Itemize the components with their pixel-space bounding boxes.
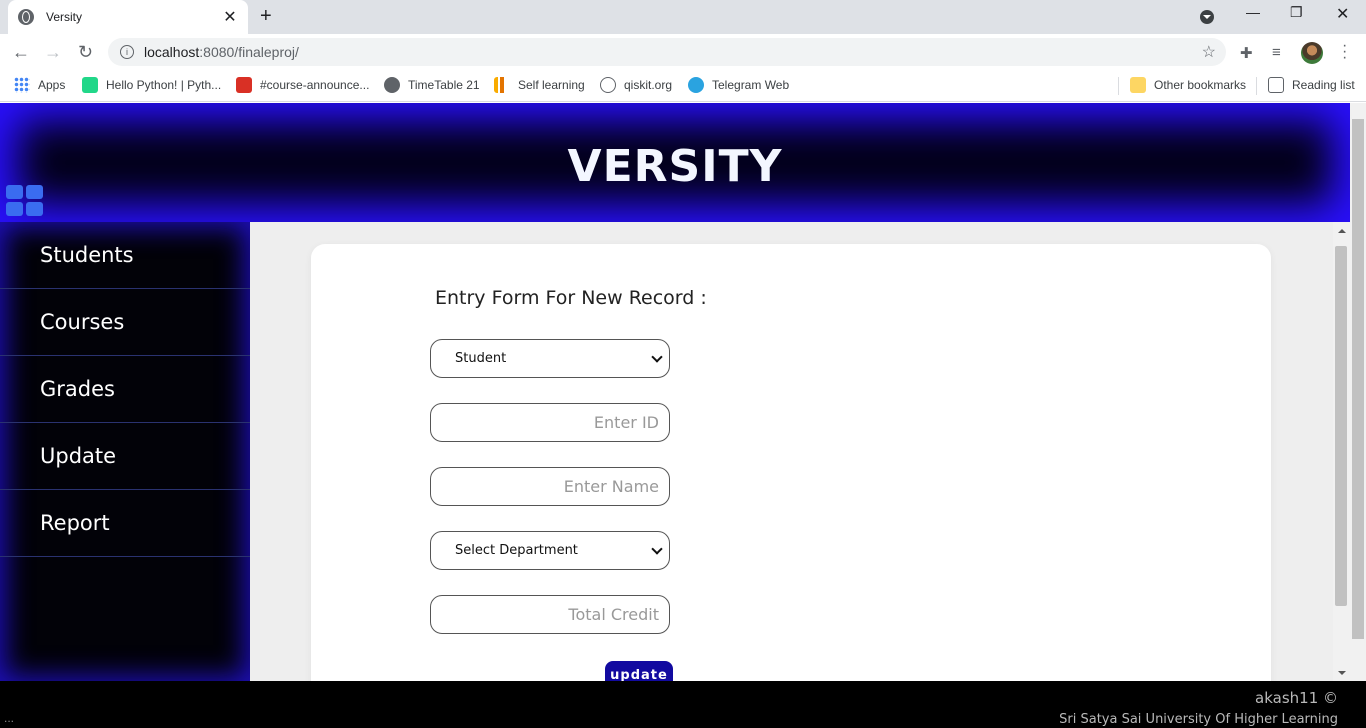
sidebar-item-report[interactable]: Report [0, 490, 250, 557]
site-header: VERSITY [0, 103, 1350, 222]
record-type-value: Student [455, 351, 507, 366]
close-icon[interactable]: ✕ [222, 7, 238, 27]
pycharm-icon [82, 77, 98, 93]
folder-icon [1130, 77, 1146, 93]
sidebar-item-courses[interactable]: Courses [0, 289, 250, 356]
analytics-icon [494, 77, 510, 93]
sidebar-item-grades[interactable]: Grades [0, 356, 250, 423]
forward-icon[interactable]: → [44, 42, 62, 63]
window-close-icon[interactable]: ✕ [1336, 4, 1349, 24]
sidebar-item-students[interactable]: Students [0, 222, 250, 289]
department-select[interactable]: Select Department [430, 531, 670, 570]
bookmark-qiskit[interactable]: qiskit.org [600, 77, 672, 93]
bookmark-hello-python[interactable]: Hello Python! | Pyth... [82, 77, 221, 93]
sidebar: Students Courses Grades Update Report [0, 222, 250, 682]
minimize-icon[interactable]: — [1246, 4, 1260, 20]
page-scrollbar-thumb[interactable] [1352, 119, 1364, 639]
tab-title: Versity [46, 10, 83, 24]
extensions-icon[interactable]: ✚ [1240, 44, 1253, 62]
entry-form-card: Entry Form For New Record : Student Ente… [311, 244, 1271, 714]
credit-input-placeholder: Total Credit [568, 605, 659, 624]
bookmark-divider [1256, 77, 1257, 95]
content-scrollbar[interactable] [1333, 222, 1350, 682]
bookmark-course-announce[interactable]: #course-announce... [236, 77, 369, 93]
new-tab-button[interactable]: + [260, 5, 272, 28]
url-host: localhost [144, 44, 200, 60]
bookmark-divider [1118, 77, 1119, 95]
form-title: Entry Form For New Record : [435, 287, 707, 309]
browser-tab[interactable]: Versity ✕ [8, 0, 248, 34]
telegram-icon [688, 77, 704, 93]
scrollbar-thumb[interactable] [1335, 246, 1347, 606]
bookmark-star-icon[interactable]: ☆ [1202, 42, 1216, 62]
scroll-up-icon[interactable] [1338, 225, 1346, 233]
footer-dots: ... [4, 711, 15, 725]
credit-input[interactable]: Total Credit [430, 595, 670, 634]
back-icon[interactable]: ← [12, 42, 30, 63]
globe-icon [18, 9, 34, 25]
bookmark-telegram[interactable]: Telegram Web [688, 77, 789, 93]
media-control-icon[interactable]: ≡ [1272, 44, 1281, 61]
scroll-down-icon[interactable] [1338, 671, 1346, 679]
menu-icon[interactable]: · · · [1342, 38, 1347, 66]
footer-university: Sri Satya Sai University Of Higher Learn… [1059, 712, 1338, 727]
layers-icon [384, 77, 400, 93]
reading-list[interactable]: Reading list [1268, 77, 1355, 93]
grid-menu-icon[interactable] [6, 185, 44, 217]
reload-icon[interactable]: ↻ [78, 42, 93, 63]
address-bar[interactable]: i localhost :8080/finaleproj/ ☆ [108, 38, 1226, 66]
globe-icon [600, 77, 616, 93]
id-input[interactable]: Enter ID [430, 403, 670, 442]
record-type-select[interactable]: Student [430, 339, 670, 378]
site-info-icon[interactable]: i [120, 45, 134, 59]
browser-toolbar: ← → ↻ i localhost :8080/finaleproj/ ☆ ✚ … [0, 34, 1366, 70]
id-input-placeholder: Enter ID [593, 413, 659, 432]
calendar-icon [236, 77, 252, 93]
sidebar-item-update[interactable]: Update [0, 423, 250, 490]
reading-list-icon [1268, 77, 1284, 93]
tab-search-icon[interactable] [1200, 10, 1214, 24]
footer-author: akash11 © [1255, 689, 1338, 707]
name-input-placeholder: Enter Name [563, 477, 659, 496]
chevron-down-icon [651, 543, 663, 555]
bookmarks-bar: Apps Hello Python! | Pyth... #course-ann… [0, 70, 1366, 102]
page-viewport: VERSITY Students Courses Grades Update R… [0, 103, 1366, 728]
page-scrollbar[interactable] [1350, 103, 1366, 728]
page-title: VERSITY [567, 141, 783, 192]
chevron-down-icon [651, 351, 663, 363]
name-input[interactable]: Enter Name [430, 467, 670, 506]
restore-icon[interactable]: ❐ [1290, 4, 1303, 21]
other-bookmarks[interactable]: Other bookmarks [1130, 77, 1246, 93]
apps-grid-icon [14, 77, 30, 93]
department-value: Select Department [455, 543, 578, 558]
site-footer: ... akash11 © Sri Satya Sai University O… [0, 681, 1366, 728]
bookmark-timetable[interactable]: TimeTable 21 [384, 77, 480, 93]
bookmark-self-learning[interactable]: Self learning [494, 77, 585, 93]
browser-tabstrip: Versity ✕ + — ❐ ✕ [0, 0, 1366, 34]
url-path: :8080/finaleproj/ [199, 44, 299, 60]
avatar[interactable] [1301, 42, 1323, 64]
bookmark-apps[interactable]: Apps [14, 77, 65, 93]
